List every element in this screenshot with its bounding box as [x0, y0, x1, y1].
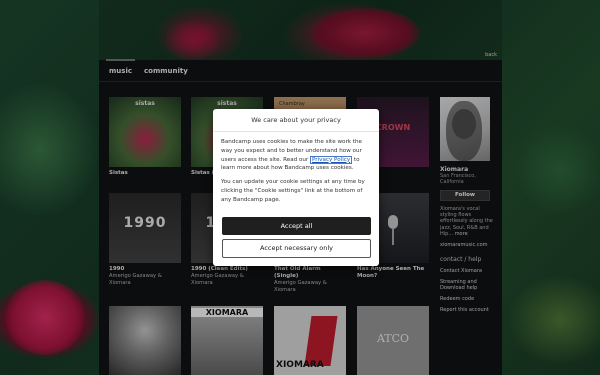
- privacy-policy-link[interactable]: Privacy Policy: [310, 155, 353, 164]
- cookie-dialog-text: Bandcamp uses cookies to make the site w…: [213, 138, 379, 173]
- cookie-consent-dialog: We care about your privacy Bandcamp uses…: [213, 109, 379, 266]
- cookie-dialog-settings-text: You can update your cookie settings at a…: [221, 179, 365, 203]
- accept-necessary-button[interactable]: Accept necessary only: [222, 239, 371, 258]
- accept-all-button[interactable]: Accept all: [222, 217, 371, 235]
- cookie-dialog-title: We care about your privacy: [213, 109, 379, 132]
